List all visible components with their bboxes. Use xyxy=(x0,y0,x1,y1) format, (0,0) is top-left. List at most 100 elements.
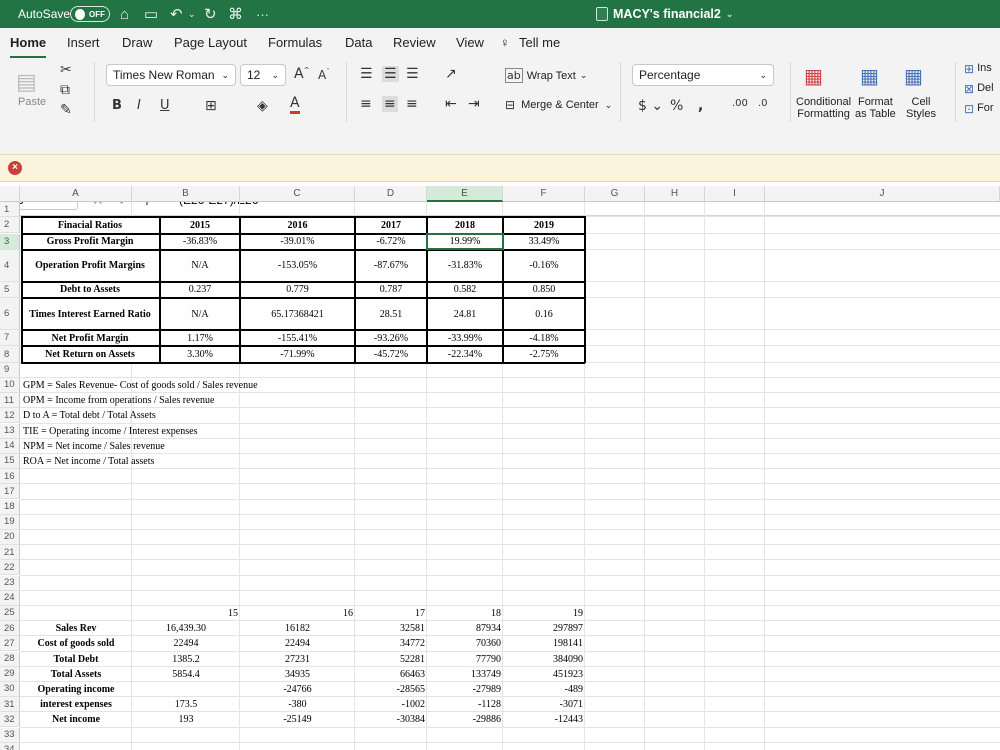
ratio-value-cell[interactable]: 0.582 xyxy=(427,282,503,298)
data-row-label[interactable]: interest expenses xyxy=(20,697,132,712)
column-header-g[interactable]: G xyxy=(585,186,645,202)
ratio-value-cell[interactable]: 0.787 xyxy=(355,282,427,298)
data-value-cell[interactable]: -3071 xyxy=(503,697,585,712)
row-header-2[interactable]: 2 xyxy=(0,217,20,234)
tab-formulas[interactable]: Formulas xyxy=(268,35,322,50)
ratio-value-cell[interactable]: -0.16% xyxy=(503,250,585,282)
row-header-28[interactable]: 28 xyxy=(0,651,20,667)
percent-icon[interactable]: % xyxy=(670,98,683,114)
ratio-value-cell[interactable]: N/A xyxy=(160,250,240,282)
row-header-11[interactable]: 11 xyxy=(0,393,20,409)
data-value-cell[interactable]: -29886 xyxy=(427,712,503,727)
note-text[interactable]: ROA = Net income / Total assets xyxy=(21,454,521,469)
row-header-15[interactable]: 15 xyxy=(0,453,20,470)
column-header-j[interactable]: J xyxy=(765,186,1000,202)
document-title[interactable]: MACY's financial2 ⌄ xyxy=(596,0,733,28)
data-value-cell[interactable]: 77790 xyxy=(427,652,503,667)
conditional-formatting-icon[interactable]: ▦ xyxy=(804,64,823,88)
note-text[interactable]: NPM = Net income / Sales revenue xyxy=(21,439,521,454)
data-value-cell[interactable]: 22494 xyxy=(132,636,240,651)
data-value-cell[interactable]: 193 xyxy=(132,712,240,727)
orientation-icon[interactable]: ↗ xyxy=(445,66,457,82)
note-text[interactable]: GPM = Sales Revenue- Cost of goods sold … xyxy=(21,378,521,393)
insert-cells-button[interactable]: ⊞ Ins xyxy=(964,62,992,76)
ratio-value-cell[interactable]: -6.72% xyxy=(355,234,427,250)
delete-cells-button[interactable]: ⊠ Del xyxy=(964,82,994,96)
ratios-header-cell[interactable]: Finacial Ratios xyxy=(20,217,160,233)
increase-font-size-icon[interactable]: A^ xyxy=(294,66,309,82)
data-row-label[interactable]: Operating income xyxy=(20,682,132,697)
ratio-value-cell[interactable]: 33.49% xyxy=(503,234,585,250)
data-value-cell[interactable]: 384090 xyxy=(503,652,585,667)
ratio-value-cell[interactable]: 65.17368421 xyxy=(240,298,355,330)
ratio-value-cell[interactable]: -155.41% xyxy=(240,330,355,346)
data-value-cell[interactable]: -24766 xyxy=(240,682,355,697)
redo-icon[interactable]: ↻ xyxy=(204,0,217,28)
data-value-cell[interactable]: 66463 xyxy=(355,667,427,682)
year-cell[interactable]: 18 xyxy=(427,606,503,621)
data-row-label[interactable]: Total Debt xyxy=(20,652,132,667)
decrease-font-size-icon[interactable]: Aˇ xyxy=(318,68,330,82)
selected-cell-e3[interactable] xyxy=(426,232,504,250)
row-header-1[interactable]: 1 xyxy=(0,202,20,218)
borders-icon[interactable]: ⊞ xyxy=(205,98,217,114)
ratio-value-cell[interactable]: -93.26% xyxy=(355,330,427,346)
data-value-cell[interactable]: 32581 xyxy=(355,621,427,636)
ratio-value-cell[interactable]: 0.779 xyxy=(240,282,355,298)
tab-data[interactable]: Data xyxy=(345,35,372,50)
row-header-14[interactable]: 14 xyxy=(0,438,20,454)
ratio-value-cell[interactable]: 3.30% xyxy=(160,346,240,362)
home-icon[interactable]: ⌂ xyxy=(120,0,129,28)
data-value-cell[interactable]: 297897 xyxy=(503,621,585,636)
row-header-20[interactable]: 20 xyxy=(0,529,20,546)
undo-dropdown-icon[interactable]: ⌄ xyxy=(188,0,196,28)
select-all-corner[interactable] xyxy=(0,186,20,202)
increase-indent-icon[interactable]: ⇥ xyxy=(468,96,480,112)
ratio-value-cell[interactable]: -87.67% xyxy=(355,250,427,282)
row-header-4[interactable]: 4 xyxy=(0,249,20,282)
customize-icon[interactable]: ⌘ xyxy=(228,0,243,28)
paste-icon[interactable]: ▤ xyxy=(16,70,37,95)
row-header-30[interactable]: 30 xyxy=(0,681,20,698)
data-value-cell[interactable]: -1002 xyxy=(355,697,427,712)
data-value-cell[interactable]: 70360 xyxy=(427,636,503,651)
data-value-cell[interactable]: 22494 xyxy=(240,636,355,651)
format-painter-icon[interactable]: ✎ xyxy=(60,102,72,118)
ratios-header-cell[interactable]: 2018 xyxy=(427,217,503,233)
cut-icon[interactable]: ✂ xyxy=(60,62,72,78)
autosave-toggle[interactable]: OFF xyxy=(70,6,110,22)
data-value-cell[interactable]: -25149 xyxy=(240,712,355,727)
row-header-6[interactable]: 6 xyxy=(0,298,20,331)
align-bottom-icon[interactable]: ☰ xyxy=(406,66,419,82)
data-value-cell[interactable]: 198141 xyxy=(503,636,585,651)
save-icon[interactable]: ▭ xyxy=(144,0,158,28)
tab-tell-me[interactable]: Tell me xyxy=(519,35,560,50)
ratio-value-cell[interactable]: N/A xyxy=(160,298,240,330)
data-value-cell[interactable]: 27231 xyxy=(240,652,355,667)
data-value-cell[interactable]: -12443 xyxy=(503,712,585,727)
ratio-value-cell[interactable]: -39.01% xyxy=(240,234,355,250)
data-value-cell[interactable]: -489 xyxy=(503,682,585,697)
row-header-26[interactable]: 26 xyxy=(0,621,20,637)
decrease-indent-icon[interactable]: ⇤ xyxy=(445,96,457,112)
ratio-value-cell[interactable]: -22.34% xyxy=(427,346,503,362)
ratio-value-cell[interactable]: 28.51 xyxy=(355,298,427,330)
align-right-icon[interactable]: ≡ xyxy=(406,96,418,112)
copy-icon[interactable]: ⧉ xyxy=(60,82,70,98)
column-header-i[interactable]: I xyxy=(705,186,765,202)
column-header-e[interactable]: E xyxy=(427,186,503,202)
ratio-label-cell[interactable]: Gross Profit Margin xyxy=(20,234,160,250)
data-value-cell[interactable]: -27989 xyxy=(427,682,503,697)
row-header-21[interactable]: 21 xyxy=(0,545,20,561)
decrease-decimal-icon[interactable]: .0 xyxy=(758,98,768,109)
fill-color-icon[interactable]: ◈ xyxy=(257,98,268,114)
row-header-8[interactable]: 8 xyxy=(0,346,20,363)
row-header-27[interactable]: 27 xyxy=(0,636,20,652)
row-header-25[interactable]: 25 xyxy=(0,605,20,622)
row-header-3[interactable]: 3 xyxy=(0,233,20,250)
tab-review[interactable]: Review xyxy=(393,35,436,50)
row-header-23[interactable]: 23 xyxy=(0,575,20,591)
align-middle-icon[interactable]: ☰ xyxy=(382,66,399,82)
cell-styles-icon[interactable]: ▦ xyxy=(904,64,923,88)
font-color-icon[interactable]: A xyxy=(290,96,300,114)
